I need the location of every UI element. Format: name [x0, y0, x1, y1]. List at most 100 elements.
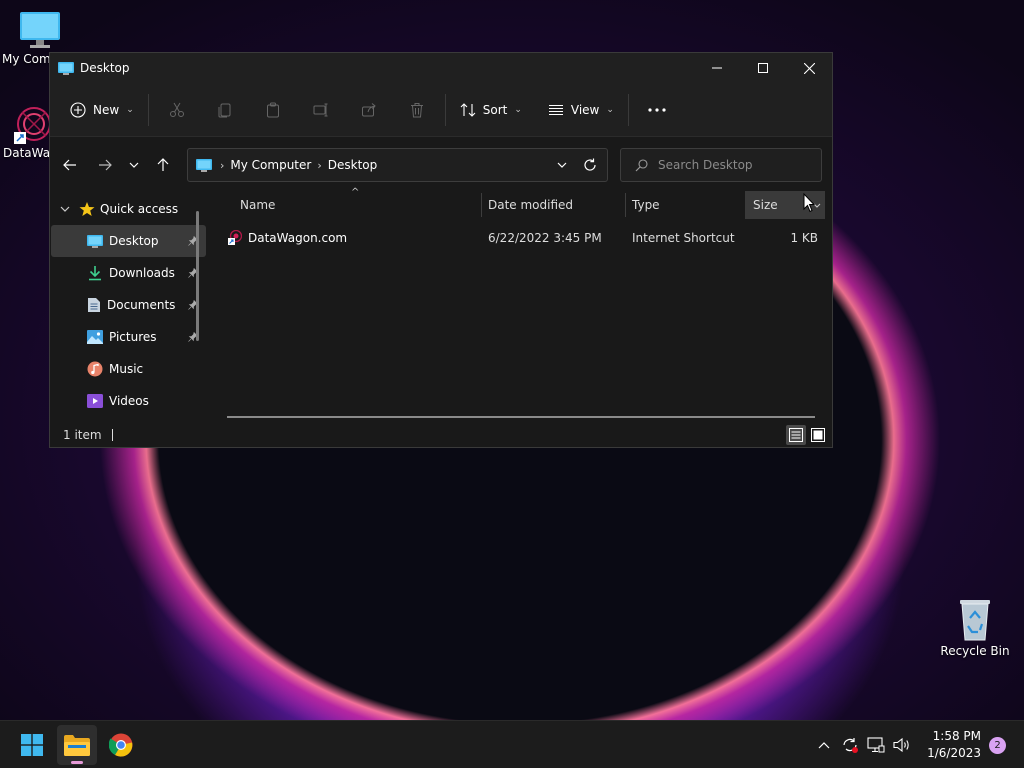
recent-locations-button[interactable] [121, 149, 147, 181]
chevron-down-icon: ⌄ [514, 104, 522, 115]
minimize-button[interactable] [694, 53, 740, 83]
quick-access-label: Quick access [100, 202, 179, 216]
new-button[interactable]: New ⌄ [60, 92, 144, 128]
share-icon [361, 102, 377, 118]
minimize-icon [712, 63, 722, 73]
view-button[interactable]: View ⌄ [538, 92, 624, 128]
column-header-label: Date modified [488, 198, 574, 212]
nav-item-videos[interactable]: Videos [51, 385, 206, 417]
forward-button[interactable] [89, 149, 121, 181]
network-button[interactable] [863, 732, 889, 758]
close-button[interactable] [786, 53, 832, 83]
sync-status-button[interactable] [837, 732, 863, 758]
breadcrumb-chevron-icon: › [317, 158, 322, 172]
sort-button-label: Sort [482, 102, 508, 117]
column-header-label: Type [632, 198, 660, 212]
nav-item-label: Downloads [109, 266, 175, 280]
breadcrumb-desktop[interactable]: Desktop [328, 158, 378, 172]
quick-access-header[interactable]: Quick access [51, 193, 206, 225]
sync-icon [841, 737, 859, 753]
column-header-name[interactable]: Name [232, 191, 480, 219]
chrome-icon [109, 733, 133, 757]
maximize-icon [758, 63, 768, 73]
show-hidden-icons-button[interactable] [811, 732, 837, 758]
arrow-up-icon [157, 158, 169, 172]
toolbar-divider [147, 93, 149, 126]
command-bar: New ⌄ Sort ⌄ View ⌄ [50, 83, 832, 137]
column-header-type[interactable]: Type [624, 191, 744, 219]
network-icon [867, 737, 885, 753]
copy-button[interactable] [201, 92, 249, 128]
large-icons-view-button[interactable] [808, 425, 828, 445]
delete-button[interactable] [393, 92, 441, 128]
column-header-label: Size [753, 198, 778, 212]
maximize-button[interactable] [740, 53, 786, 83]
chevron-down-icon[interactable] [60, 206, 70, 212]
nav-item-desktop[interactable]: Desktop [51, 225, 206, 257]
internet-shortcut-icon [228, 230, 242, 246]
details-view-icon [789, 428, 803, 442]
rename-button[interactable] [297, 92, 345, 128]
more-options-button[interactable] [633, 92, 681, 128]
star-icon [79, 201, 95, 217]
title-bar[interactable]: Desktop [50, 53, 832, 83]
navigation-pane-scrollbar[interactable] [196, 211, 199, 341]
system-tray: 1:58 PM 1/6/2023 2 [811, 721, 1024, 768]
sort-arrows-icon [460, 102, 476, 118]
status-bar: 1 item [50, 423, 832, 447]
refresh-icon[interactable] [579, 158, 607, 172]
copy-icon [217, 102, 233, 118]
column-header-date[interactable]: Date modified [480, 191, 624, 219]
navigation-pane: Quick access Desktop Downloads Documents… [51, 193, 206, 425]
recycle-bin-icon [956, 598, 1010, 642]
clock-time: 1:58 PM [932, 729, 981, 743]
arrow-left-icon [63, 159, 77, 171]
start-button[interactable] [12, 725, 52, 765]
nav-item-downloads[interactable]: Downloads [51, 257, 206, 289]
address-history-chevron-icon[interactable] [545, 162, 579, 168]
running-indicator [71, 761, 83, 764]
search-input[interactable] [658, 158, 808, 172]
video-icon [87, 394, 103, 408]
desktop-folder-icon [58, 61, 74, 75]
clock-date: 1/6/2023 [927, 746, 981, 760]
horizontal-scrollbar[interactable] [227, 416, 815, 418]
monitor-icon [18, 10, 72, 50]
nav-item-pictures[interactable]: Pictures [51, 321, 206, 353]
address-bar[interactable]: › My Computer › Desktop [187, 148, 608, 182]
nav-item-music[interactable]: Music [51, 353, 206, 385]
file-row[interactable]: DataWagon.com 6/22/2022 3:45 PM Internet… [208, 223, 832, 253]
file-name: DataWagon.com [248, 231, 348, 245]
folder-icon [64, 734, 90, 756]
file-list: ^ Name Date modified Type Size DataWagon… [208, 187, 832, 423]
close-icon [803, 62, 815, 74]
trash-icon [409, 102, 425, 118]
taskbar-chrome[interactable] [101, 725, 141, 765]
search-icon [635, 158, 648, 172]
desktop-icon-label: Recycle Bin [940, 644, 1010, 658]
tiles-view-icon [811, 428, 825, 442]
taskbar-file-explorer[interactable] [57, 725, 97, 765]
share-button[interactable] [345, 92, 393, 128]
mouse-cursor-icon [803, 193, 815, 213]
paste-button[interactable] [249, 92, 297, 128]
nav-item-documents[interactable]: Documents [51, 289, 206, 321]
clock[interactable]: 1:58 PM 1/6/2023 [927, 728, 981, 762]
up-button[interactable] [147, 149, 179, 181]
music-note-icon [87, 361, 103, 377]
search-box[interactable] [620, 148, 822, 182]
speaker-icon [893, 737, 911, 753]
volume-button[interactable] [889, 732, 915, 758]
desktop-icon-recycle-bin[interactable]: Recycle Bin [940, 598, 1010, 658]
item-count: 1 item [63, 428, 102, 442]
notification-badge[interactable]: 2 [989, 736, 1006, 754]
sort-button[interactable]: Sort ⌄ [450, 92, 532, 128]
cut-button[interactable] [153, 92, 201, 128]
details-view-button[interactable] [786, 425, 806, 445]
nav-item-label: Documents [107, 298, 176, 312]
file-size: 1 KB [790, 231, 818, 245]
new-button-label: New [93, 102, 120, 117]
breadcrumb-my-computer[interactable]: My Computer [230, 158, 311, 172]
breadcrumb-chevron-icon: › [220, 158, 225, 172]
back-button[interactable] [54, 149, 86, 181]
